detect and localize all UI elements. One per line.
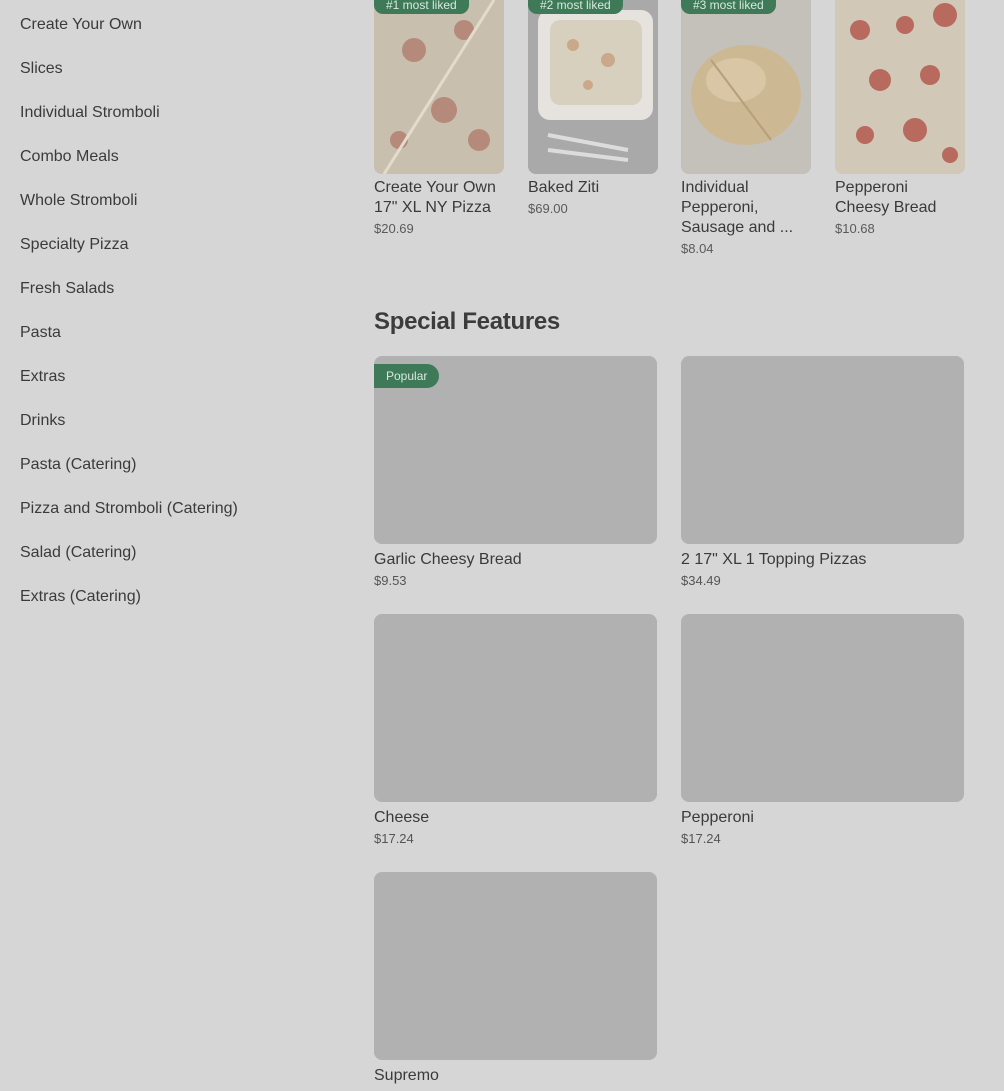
baked-ziti-image: #2 most liked — [528, 0, 658, 174]
most-liked-badge: #3 most liked — [681, 0, 776, 14]
menu-item-card[interactable]: #3 most liked Individual Pepperoni, Saus… — [681, 0, 811, 256]
menu-item-card[interactable]: Supremo — [374, 872, 657, 1086]
item-price: $17.24 — [374, 831, 414, 846]
item-price: $34.49 — [681, 573, 721, 588]
sidebar-item-slices[interactable]: Slices — [20, 44, 340, 88]
menu-item-card[interactable]: Pepperoni $17.24 — [681, 614, 964, 846]
item-name: Supremo — [374, 1067, 439, 1084]
cheesy-bread-image — [835, 0, 965, 174]
sidebar-item-extras-catering[interactable]: Extras (Catering) — [20, 572, 340, 616]
stromboli-image: #3 most liked — [681, 0, 811, 174]
sidebar-item-create-your-own[interactable]: Create Your Own — [20, 0, 340, 44]
menu-item-card[interactable]: Pepperoni Cheesy Bread $10.68 — [835, 0, 965, 236]
sidebar-item-specialty-pizza[interactable]: Specialty Pizza — [20, 220, 340, 264]
item-image-placeholder — [681, 614, 964, 802]
item-name: 2 17" XL 1 Topping Pizzas — [681, 551, 867, 568]
item-name: Garlic Cheesy Bread — [374, 551, 522, 568]
sidebar-item-combo-meals[interactable]: Combo Meals — [20, 132, 340, 176]
menu-item-card[interactable]: 2 17" XL 1 Topping Pizzas $34.49 — [681, 356, 964, 588]
menu-item-card[interactable]: Cheese $17.24 — [374, 614, 657, 846]
item-price: $9.53 — [374, 573, 407, 588]
sidebar-item-individual-stromboli[interactable]: Individual Stromboli — [20, 88, 340, 132]
category-sidebar: Create Your Own Slices Individual Stromb… — [20, 0, 340, 616]
menu-item-card[interactable]: #2 most liked Baked Ziti $69.00 — [528, 0, 658, 216]
sidebar-item-pasta[interactable]: Pasta — [20, 308, 340, 352]
sidebar-item-whole-stromboli[interactable]: Whole Stromboli — [20, 176, 340, 220]
item-name: Pepperoni Cheesy Bread — [835, 179, 937, 216]
most-liked-badge: #2 most liked — [528, 0, 623, 14]
item-name: Baked Ziti — [528, 179, 600, 196]
pizza-image: #1 most liked — [374, 0, 504, 174]
item-name: Individual Pepperoni, Sausage and ... — [681, 179, 794, 236]
item-price: $17.24 — [681, 831, 721, 846]
most-liked-carousel: #1 most liked Create Your Own 17" XL NY … — [374, 0, 994, 270]
item-image-placeholder — [681, 356, 964, 544]
popular-badge: Popular — [374, 364, 440, 388]
sidebar-item-pizza-stromboli-catering[interactable]: Pizza and Stromboli (Catering) — [20, 484, 340, 528]
item-name: Cheese — [374, 809, 430, 826]
item-name: Pepperoni — [681, 809, 754, 826]
item-image-placeholder — [374, 872, 657, 1060]
sidebar-item-drinks[interactable]: Drinks — [20, 396, 340, 440]
item-price: $69.00 — [528, 201, 568, 216]
section-title: Special Features — [374, 308, 560, 335]
sidebar-item-fresh-salads[interactable]: Fresh Salads — [20, 264, 340, 308]
item-image-placeholder — [374, 614, 657, 802]
sidebar-item-pasta-catering[interactable]: Pasta (Catering) — [20, 440, 340, 484]
sidebar-item-salad-catering[interactable]: Salad (Catering) — [20, 528, 340, 572]
menu-item-card[interactable]: Popular Garlic Cheesy Bread $9.53 — [374, 356, 657, 588]
sidebar-item-extras[interactable]: Extras — [20, 352, 340, 396]
item-price: $10.68 — [835, 221, 875, 236]
most-liked-badge: #1 most liked — [374, 0, 469, 14]
menu-item-card[interactable]: #1 most liked Create Your Own 17" XL NY … — [374, 0, 504, 236]
item-price: $20.69 — [374, 221, 414, 236]
item-price: $8.04 — [681, 241, 714, 256]
item-image-placeholder: Popular — [374, 356, 657, 544]
item-name: Create Your Own 17" XL NY Pizza — [374, 179, 496, 216]
